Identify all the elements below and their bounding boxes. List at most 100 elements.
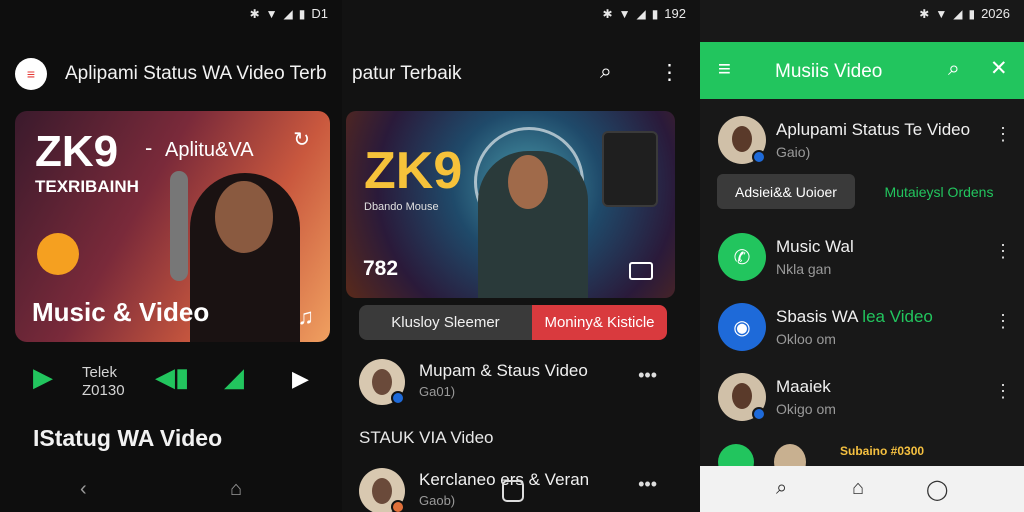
more-horizontal-icon[interactable]: ••• [638,365,657,386]
card-headline: ZK9 [35,127,119,176]
item-subtitle: Nkla gan [776,261,832,277]
bottom-nav: ⌕ ⌂ ◯ [700,466,1024,512]
track-code: Z0130 [82,382,125,399]
bluetooth-icon: ✱ [919,6,930,21]
home-square-icon[interactable] [502,480,524,502]
item-title: Maaiek [776,377,831,397]
next-icon[interactable]: ▶ [292,366,309,392]
screen-middle: ✱ ▼ ◢ ▮ 192 patur Terbaik ⌕ ⋮ ZK9 Dbando… [342,0,700,512]
search-icon[interactable]: ⌕ [948,57,960,81]
more-vertical-icon[interactable]: ⋮ [994,311,1012,332]
item-subtitle: Gaob) [419,493,456,508]
more-horizontal-icon[interactable]: ••• [638,474,657,495]
promo-row[interactable]: Subaino #0300 [718,440,1018,480]
signal-icon: ◢ [283,6,293,21]
shuffle-icon[interactable]: ✕ [990,56,1008,81]
status-bar: ✱ ▼ ◢ ▮ D1 [250,6,328,21]
more-vertical-icon[interactable]: ⋮ [994,124,1012,145]
verified-badge-icon [752,407,766,421]
item-title: Sbasis WA lea Video [776,307,933,327]
home-icon[interactable]: ⌂ [230,478,242,501]
wifi-icon: ▼ [618,6,631,21]
wifi-icon: ▼ [265,6,278,21]
battery-icon: ▮ [298,6,306,21]
screen-right: ✱ ▼ ◢ ▮ 2026 ≡ Musiis Video ⌕ ✕ Aplupami… [700,0,1024,512]
speaker-image [602,131,658,207]
signal-icon: ◢ [953,6,963,21]
item-title: Mupam & Staus Video [419,361,588,380]
whatsapp-icon: ✆ [718,233,766,281]
badge-icon [391,500,405,512]
more-vertical-icon[interactable]: ⋮ [659,60,680,85]
hamburger-menu-icon[interactable]: ≡ [718,56,731,82]
search-icon[interactable]: ⌕ [776,477,787,500]
card-dash: - [145,135,153,160]
segment-left[interactable]: Klusloy Sleemer [359,305,532,340]
status-time: D1 [311,6,328,21]
list-item[interactable]: Mupam & Staus Video Ga01) ••• [359,359,675,409]
orb-decoration [37,233,79,275]
item-title-text: Sbasis WA [776,307,863,326]
profile-icon[interactable]: ◯ [926,477,948,502]
app-bar-title: Musiis Video [775,61,883,82]
battery-icon: ▮ [968,6,976,21]
screen-left: ✱ ▼ ◢ ▮ D1 ≡ Aplipami Status WA Video Te… [0,0,342,512]
home-icon[interactable]: ⌂ [852,477,864,500]
verified-badge-icon [752,150,766,164]
microphone-image [170,171,188,281]
card-number: 782 [363,257,399,280]
featured-card[interactable]: ZK9 Dbando Mouse 782 [346,111,675,298]
volume-icon[interactable]: ◢ [224,362,244,393]
segment-control: Klusloy Sleemer Moniny& Kisticle [359,305,667,340]
search-icon[interactable]: ⌕ [600,60,612,84]
play-icon[interactable]: ▶ [33,362,53,393]
item-subtitle: Gaio) [776,144,811,160]
status-time: 2026 [981,6,1010,21]
item-subtitle: Ga01) [419,384,456,399]
chip[interactable]: Mutaieysl Ordens [863,174,1015,209]
section-title: IStatug WA Video [33,425,223,451]
item-subtitle: Okigo om [776,401,836,417]
list-item[interactable]: ◉ Sbasis WA lea Video Okloo om ⋮ [718,303,1018,355]
bluetooth-icon: ✱ [249,6,260,21]
wifi-icon: ▼ [935,6,948,21]
list-item[interactable]: ✆ Music Wal Nkla gan ⋮ [718,233,1018,285]
status-time: 192 [664,6,686,21]
music-note-icon: ♫ [297,304,315,329]
item-title: Aplupami Status Te Video [776,120,971,139]
chip-selected[interactable]: Adsiei&& Uoioer [717,174,855,209]
app-bar: ≡ Musiis Video ⌕ ✕ [700,42,1024,99]
item-title-accent: lea Video [862,307,933,326]
promo-text: Subaino #0300 [840,444,925,458]
section-title: STAUK VIA Video [359,428,494,447]
segment-right[interactable]: Moniny& Kisticle [532,305,667,340]
page-title: Aplipami Status WA Video Terb [65,63,327,84]
list-item[interactable]: Aplupami Status Te Video Gaio) ⋮ [718,116,1018,168]
item-subtitle: Okloo om [776,331,836,347]
share-icon[interactable]: ↻ [293,127,310,152]
guitarist-face [508,155,548,209]
track-label: Telek [82,364,118,381]
bluetooth-icon: ✱ [602,6,613,21]
list-item[interactable]: Maaiek Okigo om ⋮ [718,373,1018,425]
mute-icon[interactable]: ◀▮ [155,362,189,393]
more-vertical-icon[interactable]: ⋮ [994,241,1012,262]
back-icon[interactable]: ‹ [80,478,87,501]
featured-card[interactable]: ZK9 - Aplitu&VA TEXRIBAINH Music & Video… [15,111,330,342]
chat-bubble-icon: ◉ [718,303,766,351]
battery-icon: ▮ [651,6,659,21]
status-bar: ✱ ▼ ◢ ▮ 192 [603,6,687,21]
signal-icon: ◢ [636,6,646,21]
cast-icon[interactable] [629,262,653,280]
card-subtitle: Aplitu&VA [165,139,254,161]
card-caption: Dbando Mouse [364,201,439,213]
item-title-text: Maaiek [776,377,831,396]
app-logo-icon[interactable]: ≡ [15,58,47,90]
card-headline: ZK9 [364,142,463,200]
status-bar: ✱ ▼ ◢ ▮ 2026 [919,6,1010,21]
verified-badge-icon [391,391,405,405]
card-caption: Music & Video [32,297,210,327]
track-info: Telek Z0130 [82,364,125,400]
item-title-text: Music Wal [776,237,854,256]
more-vertical-icon[interactable]: ⋮ [994,381,1012,402]
